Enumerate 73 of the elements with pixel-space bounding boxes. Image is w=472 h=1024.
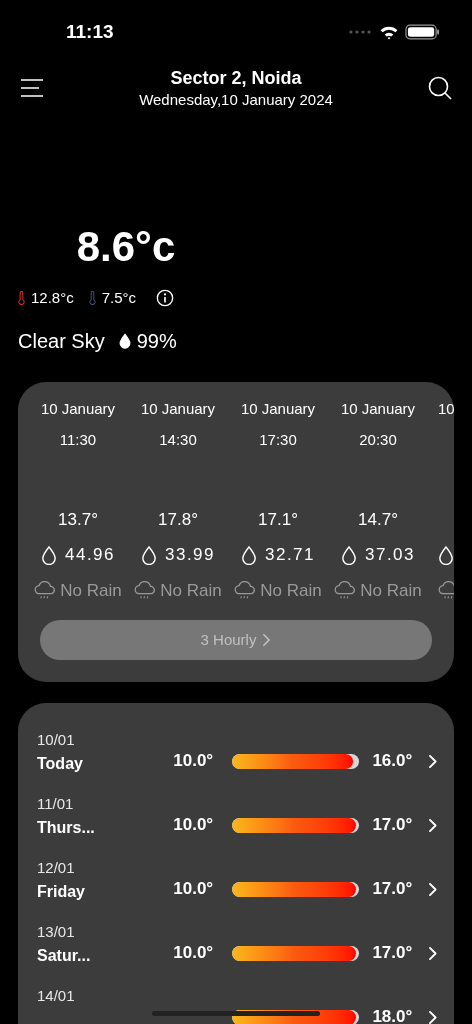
wifi-icon	[379, 24, 399, 40]
water-drop-icon	[438, 545, 454, 565]
three-hourly-button[interactable]: 3 Hourly	[40, 620, 432, 660]
hourly-humidity: 33.99	[164, 544, 215, 567]
daily-date: 14/01	[37, 986, 76, 1006]
min-temperature: 10.0°	[173, 814, 214, 837]
day-name: Thurs...	[37, 818, 96, 838]
water-drop-icon	[240, 545, 257, 565]
max-temperature: 16.0°	[372, 750, 414, 773]
battery-icon	[405, 24, 440, 40]
low-temperature: 7.5°c	[101, 287, 137, 308]
high-temperature: 12.8°c	[31, 287, 74, 308]
chevron-right-icon	[428, 1009, 438, 1024]
day-name: Today	[37, 754, 84, 774]
date-subtitle: Wednesday,10 January 2024	[139, 90, 333, 110]
min-temperature: 10.0°	[173, 942, 214, 965]
daily-date: 11/01	[37, 794, 75, 814]
hourly-temperature: 13.7°	[58, 509, 98, 531]
thermometer-icon	[88, 291, 96, 305]
hourly-time: 14:30	[159, 430, 197, 450]
hourly-humidity: 32.71	[264, 544, 315, 567]
hourly-humidity: 37.03	[364, 544, 415, 567]
search-icon[interactable]	[428, 76, 452, 100]
hourly-time: 20:30	[359, 430, 397, 450]
info-icon[interactable]	[156, 289, 175, 307]
max-temperature: 17.0°	[372, 814, 414, 837]
rain-cloud-icon	[334, 581, 357, 601]
thermometer-icon	[18, 291, 25, 305]
signal-dots-icon	[349, 30, 373, 34]
hourly-date: 10	[438, 399, 454, 419]
humidity-value: 99%	[136, 329, 177, 354]
water-drop-icon	[118, 333, 131, 349]
weather-condition: Clear Sky	[18, 329, 105, 354]
hourly-date: 10 January	[340, 399, 416, 419]
max-temperature: 17.0°	[372, 878, 414, 901]
rain-status: No Rain	[360, 580, 422, 602]
location-title: Sector 2, Noida	[170, 67, 302, 90]
hourly-time: 11:30	[59, 430, 97, 450]
min-temperature: 10.0°	[173, 878, 214, 901]
chevron-right-icon	[428, 753, 438, 769]
hourly-temperature: 17.8°	[158, 509, 198, 531]
rain-status: No Rain	[60, 580, 122, 602]
hourly-date: 10 January	[140, 399, 216, 419]
rain-cloud-icon	[134, 581, 157, 601]
hourly-time: 17:30	[259, 430, 297, 450]
hourly-humidity: 44.96	[64, 544, 115, 567]
max-temperature: 18.0°	[372, 1006, 414, 1024]
max-temperature: 17.0°	[372, 942, 414, 965]
hourly-temperature: 14.7°	[358, 509, 398, 531]
rain-cloud-icon	[438, 581, 454, 601]
menu-icon[interactable]	[20, 79, 44, 97]
chevron-right-icon	[262, 633, 272, 647]
daily-date: 13/01	[37, 922, 76, 942]
hourly-date: 10 January	[240, 399, 316, 419]
rain-cloud-icon	[234, 581, 257, 601]
rain-status: No Rain	[260, 580, 322, 602]
water-drop-icon	[140, 545, 157, 565]
hourly-temperature: 17.1°	[258, 509, 298, 531]
rain-cloud-icon	[34, 581, 57, 601]
water-drop-icon	[40, 545, 57, 565]
chevron-right-icon	[428, 817, 438, 833]
status-time: 11:13	[66, 19, 114, 44]
rain-status: No Rain	[160, 580, 222, 602]
daily-date: 12/01	[37, 858, 76, 878]
hourly-date: 10 January	[40, 399, 116, 419]
current-temperature: 8.6°c	[76, 222, 176, 272]
chevron-right-icon	[428, 945, 438, 961]
day-name: Friday	[37, 882, 86, 902]
daily-date: 10/01	[37, 730, 76, 750]
day-name: Satur...	[37, 946, 92, 966]
water-drop-icon	[340, 545, 357, 565]
min-temperature: 10.0°	[173, 750, 214, 773]
chevron-right-icon	[428, 881, 438, 897]
